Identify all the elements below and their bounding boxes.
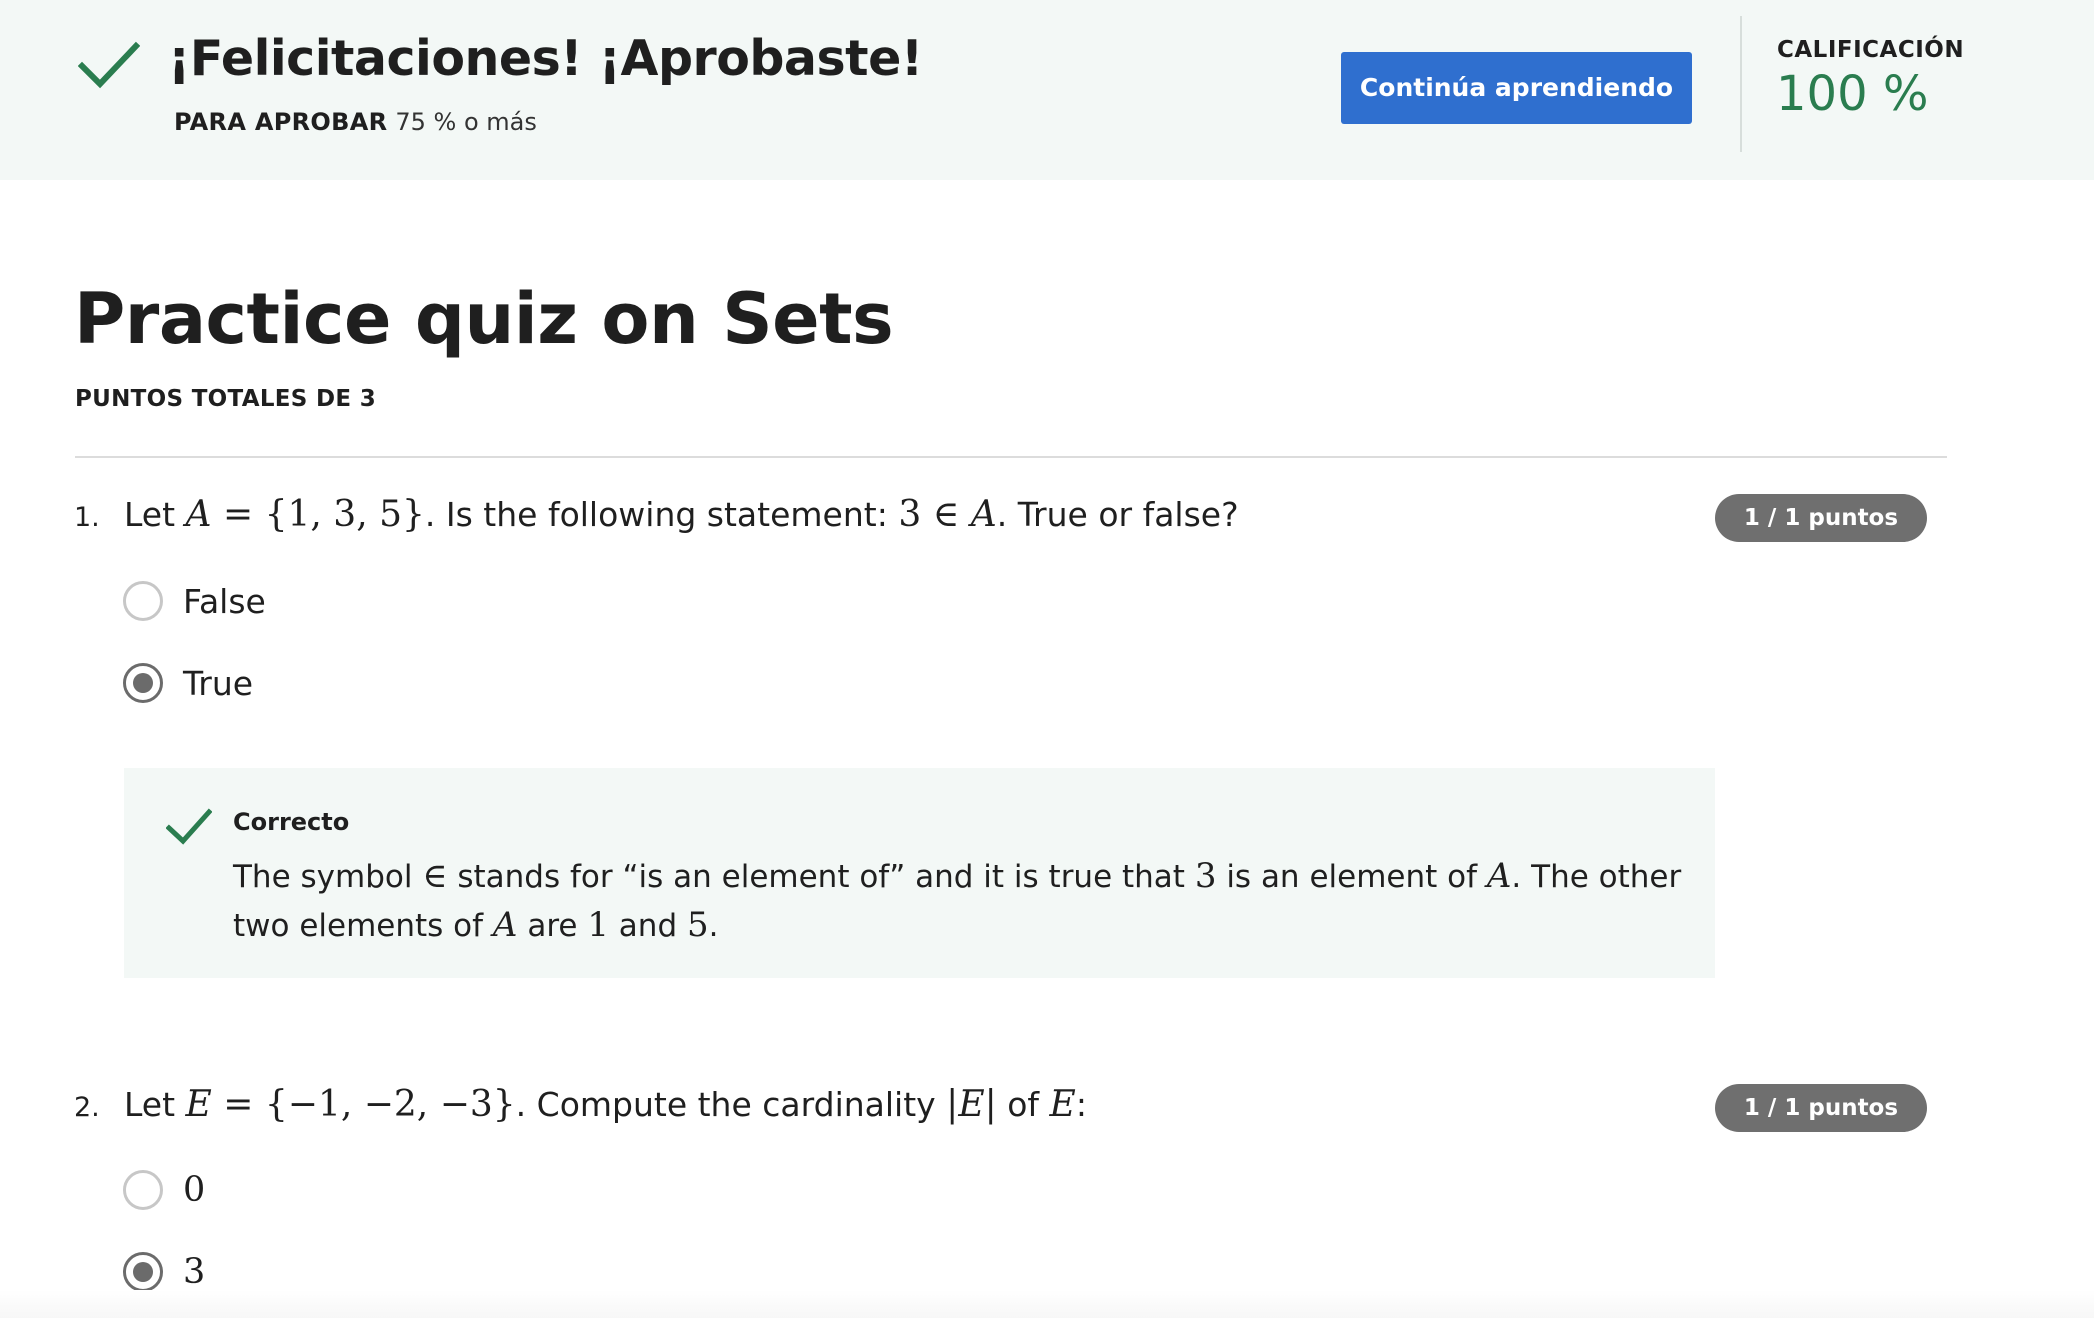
points-badge: 1 / 1 puntos [1715,494,1927,542]
question-number: 1. [74,502,100,533]
check-icon [166,808,212,845]
option-label: True [183,663,254,703]
option-true[interactable]: True [123,658,253,708]
continue-learning-button[interactable]: Continúa aprendiendo [1341,52,1692,124]
radio-button-selected[interactable] [123,1252,163,1292]
option-label: 0 [183,1170,206,1210]
question-text: Let E = {−1, −2, −3}. Compute the cardin… [124,1084,1087,1125]
feedback-title: Correcto [233,808,350,836]
result-title: ¡Felicitaciones! ¡Aprobaste! [168,30,923,87]
radio-button-selected[interactable] [123,663,163,703]
banner-divider [1740,16,1742,152]
question-text: Let A = {1, 3, 5}. Is the following stat… [124,494,1239,535]
points-badge: 1 / 1 puntos [1715,1084,1927,1132]
grade-value: 100 % [1776,66,1929,122]
feedback-text: The symbol ∈ stands for “is an element o… [233,856,1682,945]
divider [75,456,1947,458]
option-label: 3 [183,1252,206,1292]
pass-requirement: PARA APROBAR 75 % o más [174,108,537,136]
pass-label: PARA APROBAR [174,108,388,136]
radio-button[interactable] [123,581,163,621]
question-number: 2. [74,1092,100,1123]
option-0[interactable]: 0 [123,1165,205,1215]
feedback-correct: Correcto The symbol ∈ stands for “is an … [124,768,1715,978]
radio-button[interactable] [123,1170,163,1210]
pass-value: 75 % o más [395,108,537,136]
check-icon [78,41,140,89]
result-banner: ¡Felicitaciones! ¡Aprobaste! PARA APROBA… [0,0,2094,180]
page-title: Practice quiz on Sets [74,278,894,360]
total-points: PUNTOS TOTALES DE 3 [75,386,376,412]
grade-label: CALIFICACIÓN [1777,37,1965,63]
page-bottom-edge [0,1290,2094,1318]
option-label: False [183,581,266,621]
option-false[interactable]: False [123,576,266,626]
